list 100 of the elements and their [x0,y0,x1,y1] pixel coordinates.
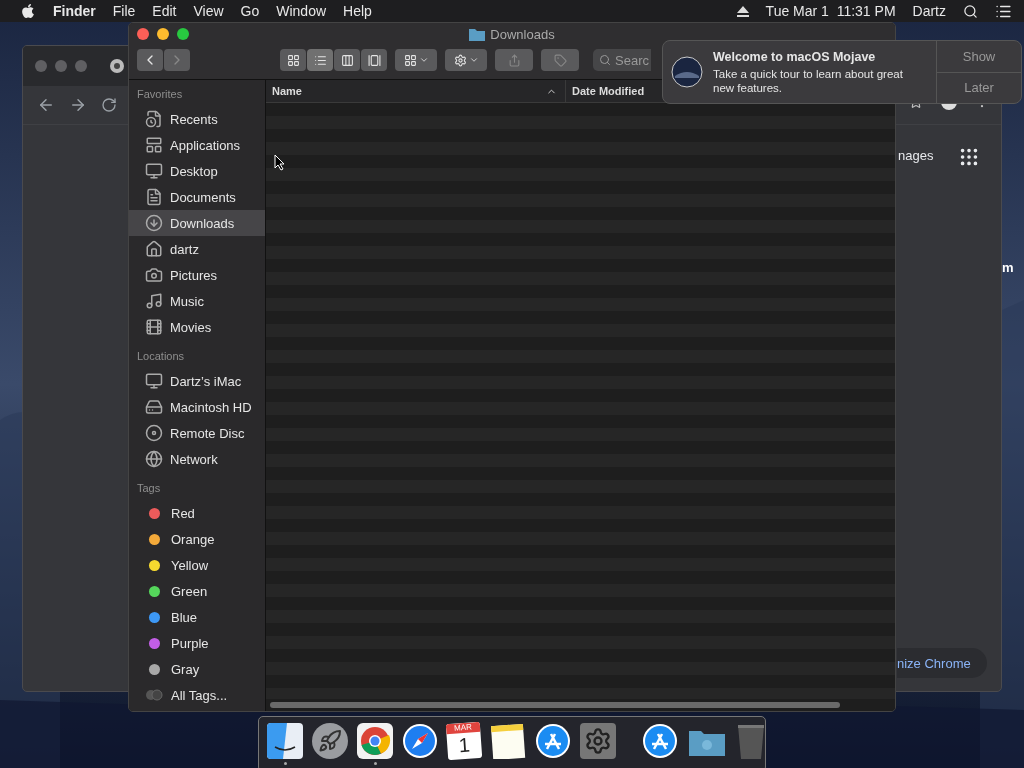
finder-icon[interactable] [267,723,303,759]
list-view-button[interactable] [307,49,333,71]
desktop-text: m [1002,260,1014,275]
running-dot [373,762,377,765]
grid-icon [286,53,300,67]
gallery-view-button[interactable] [361,49,387,71]
recents-icon [145,110,163,128]
reload-icon[interactable] [101,97,117,113]
share-icon [507,53,521,67]
calendar-icon[interactable]: MAR 1 [445,721,483,761]
column-header[interactable]: Name [266,80,566,102]
search-icon[interactable] [963,3,978,19]
caret-icon [418,55,429,65]
download-icon [145,214,163,232]
grid-icon [403,53,417,67]
sidebar-item[interactable]: Recents [129,106,265,132]
pointer-icon [274,154,286,171]
menu-item[interactable]: Help [343,3,372,19]
tags-icon [145,689,164,701]
menu-item[interactable]: View [193,3,224,19]
icon-view-button[interactable] [280,49,306,71]
sidebar-item[interactable]: dartz [129,236,265,262]
apps-grid-icon[interactable] [958,146,980,168]
sidebar-item[interactable]: Dartz’s iMac [129,368,265,394]
menu-item[interactable]: Window [276,3,327,19]
customize-button[interactable]: nize Chrome [897,648,987,678]
sidebar-item[interactable]: All Tags... [129,682,265,708]
window-title: Downloads [490,27,555,42]
mojave-icon [671,56,703,88]
trash-icon[interactable] [736,723,766,761]
clock-text[interactable]: Tue Mar 1 11:31 PM [765,3,896,19]
sidebar-item[interactable]: Orange [129,526,265,552]
menu-item[interactable]: Go [240,3,260,19]
eject-icon[interactable] [736,5,749,17]
section-heading: Locations [136,349,186,364]
menu-item[interactable]: File [112,3,136,19]
sidebar-item[interactable]: Movies [129,314,265,340]
disc-icon [145,424,163,442]
list-icon [313,53,327,67]
sidebar-item[interactable]: Gray [129,656,265,682]
sidebar-item[interactable]: Red [129,500,265,526]
menu-item[interactable]: Finder [53,3,96,19]
sidebar-item[interactable]: Applications [129,132,265,158]
group-button[interactable] [395,49,437,71]
column-view-button[interactable] [334,49,360,71]
computer-icon [145,372,163,390]
tab-logo-icon [109,58,125,74]
sidebar-item[interactable]: Blue [129,604,265,630]
sidebar-item[interactable]: Purple [129,630,265,656]
notepad-icon[interactable] [490,723,526,759]
forward-icon[interactable] [69,96,87,114]
gear-icon [453,53,467,67]
running-dot [283,762,287,765]
caret-icon [468,55,479,65]
scrollbar-thumb[interactable] [270,702,840,708]
user-name[interactable]: Dartz [912,3,946,19]
columns-icon [340,53,354,67]
apps-icon [145,136,163,154]
menu-item[interactable]: Edit [152,3,177,19]
folder-icon [469,28,486,41]
apple-icon[interactable] [20,3,36,19]
camera-icon [145,266,163,284]
app-store-icon[interactable] [535,723,571,759]
compass-icon[interactable] [402,723,438,759]
minimize-button[interactable] [157,28,169,40]
sidebar-item[interactable]: Macintosh HD [129,394,265,420]
gear-icon[interactable] [580,723,616,759]
notification-button[interactable]: Later [937,71,1021,103]
calendar-day: 1 [457,732,471,758]
sidebar-item[interactable]: Remote Disc [129,420,265,446]
sidebar-item[interactable]: Documents [129,184,265,210]
notification-button[interactable]: Show [937,41,1021,72]
sidebar-item[interactable]: Green [129,578,265,604]
sidebar-item[interactable]: Pictures [129,262,265,288]
sidebar-item[interactable]: Downloads [129,210,265,236]
app-store-icon[interactable] [642,723,678,759]
notification-title: Welcome to macOS Mojave [713,49,877,64]
zoom-button[interactable] [177,28,189,40]
gallery-icon [367,53,381,67]
notification-body: Take a quick tour to learn about great new features. [713,66,904,95]
home-icon [145,240,163,258]
action-button[interactable] [445,49,487,71]
hard-drive-icon [145,398,163,416]
film-icon [145,318,163,336]
globe-icon [145,450,163,468]
music-icon [145,292,163,310]
calendar-month: MAR [445,721,481,735]
sidebar-item[interactable]: Desktop [129,158,265,184]
sidebar-item[interactable]: Music [129,288,265,314]
search-icon [599,54,611,66]
section-heading: Tags [136,481,162,496]
sidebar-item[interactable]: Yellow [129,552,265,578]
sidebar-item[interactable]: Network [129,446,265,472]
chrome-icon[interactable] [357,723,393,759]
section-heading: Favorites [136,87,184,102]
close-button[interactable] [137,28,149,40]
desktop-icon [145,162,163,180]
back-button[interactable] [137,49,163,71]
images-link[interactable]: nages [898,148,934,163]
back-icon[interactable] [37,96,55,114]
